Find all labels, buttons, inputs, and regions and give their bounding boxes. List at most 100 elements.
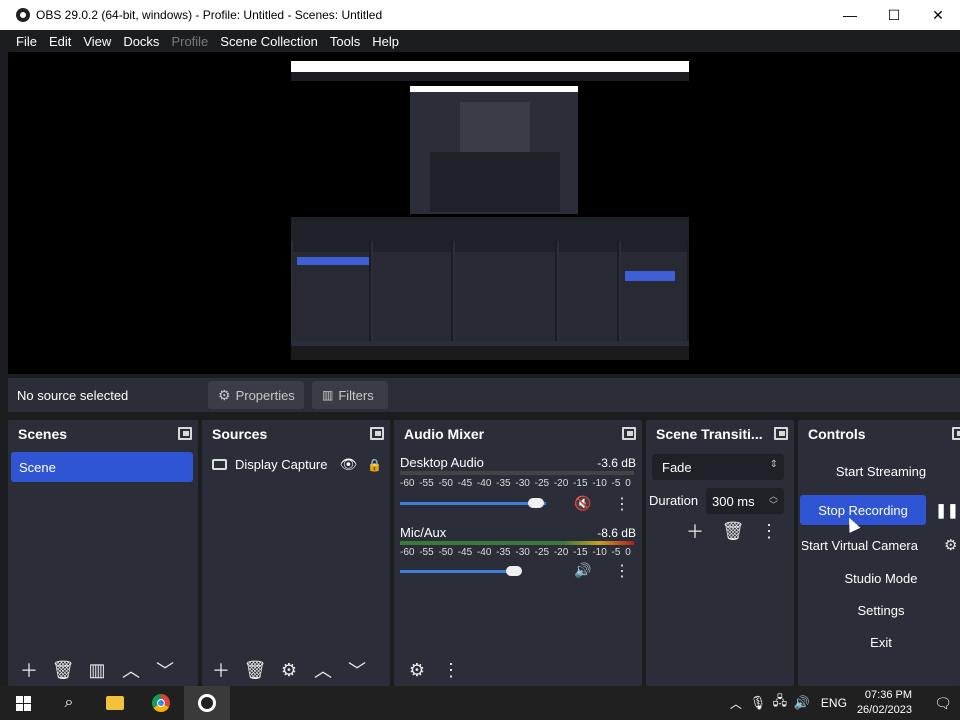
obs-taskbar-icon[interactable]: [184, 686, 230, 720]
desktop-audio-db: -3.6 dB: [597, 456, 636, 470]
microphone-icon[interactable]: 🎙: [747, 686, 769, 720]
source-properties-button[interactable]: ⚙: [272, 656, 306, 684]
preview-nested-sources: [373, 241, 453, 341]
add-transition-button[interactable]: ＋: [678, 517, 712, 545]
exit-button[interactable]: Exit: [802, 627, 960, 657]
search-icon[interactable]: ⌕: [46, 686, 92, 720]
mic-aux-slider-knob[interactable]: [506, 566, 522, 576]
remove-transition-button[interactable]: 🗑: [716, 517, 750, 545]
sources-dock-header: Sources: [202, 420, 390, 448]
start-virtual-camera-label: Start Virtual Camera: [802, 537, 918, 553]
clock-date: 26/02/2023: [856, 704, 912, 716]
desktop-audio-slider-knob[interactable]: [528, 498, 544, 508]
advanced-audio-button[interactable]: ⚙: [400, 656, 434, 684]
preview-nested-preview: [460, 102, 530, 152]
duration-spinbox[interactable]: 300 ms ︿ ﹀: [706, 488, 784, 514]
desktop-audio-menu-icon[interactable]: ⋮: [614, 494, 630, 514]
exit-label: Exit: [870, 634, 892, 650]
volume-icon[interactable]: 🔊: [791, 686, 813, 720]
menu-file[interactable]: File: [10, 34, 43, 49]
desktop-audio-slider-track[interactable]: [400, 502, 546, 505]
preview-display[interactable]: [291, 61, 689, 360]
filters-button[interactable]: ▥ Filters: [312, 381, 388, 409]
maximize-button[interactable]: ☐: [872, 0, 916, 30]
studio-mode-label: Studio Mode: [844, 570, 918, 586]
mixer-title: Audio Mixer: [404, 426, 485, 442]
windows-start-icon[interactable]: [0, 686, 46, 720]
undock-icon[interactable]: [952, 427, 960, 440]
menu-view[interactable]: View: [77, 34, 117, 49]
desktop-audio-ticks: -60 -55 -50 -45 -40 -35 -30 -25 -20 -15 …: [400, 478, 631, 489]
menu-profile[interactable]: Profile: [165, 34, 214, 49]
transition-select[interactable]: Fade ⇕: [652, 454, 784, 480]
lock-icon[interactable]: 🔒: [367, 458, 382, 472]
clock-time: 07:36 PM: [864, 689, 912, 701]
move-scene-up-button[interactable]: ︿: [114, 656, 148, 684]
move-source-down-button[interactable]: ﹀: [340, 656, 374, 684]
move-source-up-button[interactable]: ︿: [306, 656, 340, 684]
transitions-dock-header: Scene Transiti...: [646, 420, 794, 448]
clock[interactable]: 07:36 PM 26/02/2023: [857, 688, 912, 718]
eye-icon[interactable]: 👁: [340, 456, 358, 473]
sources-title: Sources: [212, 426, 268, 442]
move-scene-down-button[interactable]: ﹀: [148, 656, 182, 684]
speaker-muted-icon[interactable]: 🔇: [574, 495, 591, 512]
pause-recording-button[interactable]: ❚❚: [934, 495, 960, 525]
start-streaming-button[interactable]: Start Streaming: [802, 456, 960, 486]
chrome-icon[interactable]: [138, 686, 184, 720]
desktop-audio-meter: [400, 471, 634, 475]
transition-menu-button[interactable]: ⋮: [752, 517, 786, 545]
language-indicator[interactable]: ENG: [821, 696, 847, 710]
scene-list-item[interactable]: Scene: [11, 452, 193, 482]
add-source-button[interactable]: ＋: [204, 656, 238, 684]
duration-label: Duration: [649, 493, 699, 508]
window-titlebar: OBS 29.0.2 (64-bit, windows) - Profile: …: [0, 0, 960, 30]
virtual-camera-settings-icon[interactable]: ⚙: [944, 536, 957, 554]
undock-icon[interactable]: [370, 427, 384, 440]
stop-recording-button[interactable]: Stop Recording: [800, 495, 926, 525]
mic-aux-slider-track[interactable]: [400, 570, 514, 573]
preview-nested-scenes: [293, 241, 371, 341]
scenes-title: Scenes: [18, 426, 68, 442]
menu-tools[interactable]: Tools: [324, 34, 366, 49]
filter-icon: ▥: [322, 388, 334, 402]
start-virtual-camera-button[interactable]: Start Virtual Camera: [802, 530, 932, 560]
preview-nested-transitions: [559, 241, 619, 341]
settings-button[interactable]: Settings: [802, 595, 960, 625]
menu-bar: File Edit View Docks Profile Scene Colle…: [0, 30, 960, 52]
network-icon[interactable]: 🖧: [769, 686, 791, 720]
scene-transitions-dock: Scene Transiti... Fade ⇕ Duration 300 ms…: [646, 420, 794, 686]
preview-nested-dockarea: [291, 241, 689, 341]
menu-scene-collection[interactable]: Scene Collection: [214, 34, 324, 49]
file-explorer-icon[interactable]: [92, 686, 138, 720]
start-streaming-label: Start Streaming: [835, 463, 927, 479]
source-toolbar: [8, 378, 960, 412]
preview-nested-window: [410, 86, 578, 214]
menu-edit[interactable]: Edit: [43, 34, 77, 49]
scene-filters-button[interactable]: ▥: [80, 656, 114, 684]
undock-icon[interactable]: [774, 427, 788, 440]
properties-button[interactable]: ⚙ Properties: [208, 381, 304, 409]
mic-aux-meter: [400, 541, 634, 545]
mic-aux-menu-icon[interactable]: ⋮: [614, 561, 630, 581]
add-scene-button[interactable]: ＋: [12, 656, 46, 684]
mixer-menu-button[interactable]: ⋮: [434, 656, 468, 684]
close-button[interactable]: ✕: [916, 0, 960, 30]
menu-help[interactable]: Help: [366, 34, 405, 49]
mixer-dock-header: Audio Mixer: [394, 420, 642, 448]
undock-icon[interactable]: [622, 427, 636, 440]
remove-scene-button[interactable]: 🗑: [46, 656, 80, 684]
notification-icon[interactable]: 🗨: [926, 686, 960, 720]
minimize-button[interactable]: —: [828, 0, 872, 30]
source-list-item[interactable]: Display Capture 👁 🔒: [212, 456, 382, 473]
windows-taskbar: ⌕ ︿ 🎙 🖧 🔊 ENG 07:36 PM 26/02/2023 🗨: [0, 686, 960, 720]
scenes-toolbar: ＋ 🗑 ▥ ︿ ﹀: [8, 654, 198, 686]
monitor-icon: [212, 459, 227, 470]
transition-select-value: Fade: [662, 459, 692, 475]
menu-docks[interactable]: Docks: [117, 34, 165, 49]
undock-icon[interactable]: [178, 427, 192, 440]
studio-mode-button[interactable]: Studio Mode: [802, 563, 960, 593]
speaker-icon[interactable]: 🔊: [574, 562, 591, 579]
remove-source-button[interactable]: 🗑: [238, 656, 272, 684]
chevron-up-icon[interactable]: ︿: [725, 686, 747, 720]
